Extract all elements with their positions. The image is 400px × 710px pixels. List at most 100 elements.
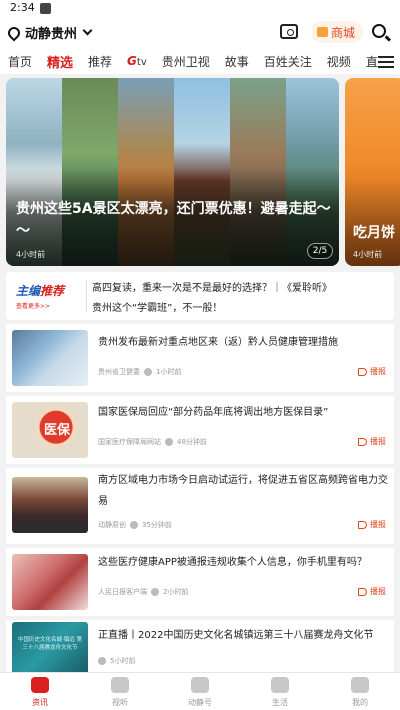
clock-icon [165, 438, 173, 446]
news-item[interactable]: 医保 国家医保局回应“部分药品年底将调出地方医保目录” 国家医疗保障局网站 48… [6, 396, 394, 464]
banner-carousel: 贵州这些5A景区太漂亮，还门票优惠！避暑走起～～ 4小时前 2/5 吃月饼 4小… [0, 74, 400, 272]
divider [86, 280, 87, 312]
news-time: 5小时前 [110, 657, 136, 665]
bottom-nav: 资讯 视听 动静号 生活 我的 [0, 672, 400, 710]
broadcast-label: 播报 [370, 520, 386, 529]
nav-label: 我的 [352, 698, 368, 707]
banner-time: 4小时前 [16, 250, 46, 259]
shopping-bag-icon [317, 27, 328, 37]
news-item[interactable]: 这些医疗健康APP被通报违规收集个人信息，你手机里有吗？ 人民日报客户端 2小时… [6, 548, 394, 616]
news-title: 贵州发布最新对重点地区来（返）黔人员健康管理措施 [98, 337, 338, 348]
editor-pick-logo: 主编推荐 [16, 284, 65, 298]
banner-card-next[interactable]: 吃月饼 4小时前 [345, 78, 400, 266]
status-bar: 2:34 [0, 0, 400, 18]
life-icon [271, 677, 289, 693]
broadcast-button[interactable]: 播报 [358, 366, 386, 377]
clock-icon [144, 368, 152, 376]
news-meta: 国家医疗保障局网站 48分钟前 [98, 437, 207, 447]
nav-label: 动静号 [188, 698, 212, 707]
tab-home[interactable]: 首页 [8, 53, 32, 70]
gtv-logo-letter: G [127, 54, 137, 68]
editor-pick-card: 主编推荐 查看更多>> 高四复读，重来一次是不是最好的选择？｜《爱聆听》 贵州这… [6, 272, 394, 320]
thumbnail-caption: 医保 [44, 423, 71, 438]
banner-title: 贵州这些5A景区太漂亮，还门票优惠！避暑走起～～ [16, 201, 331, 239]
news-time: 48分钟前 [177, 438, 207, 446]
broadcast-label: 播报 [370, 437, 386, 446]
news-meta: 5小时前 [98, 656, 135, 666]
play-icon [111, 677, 129, 693]
news-title: 国家医保局回应“部分药品年底将调出地方医保目录” [98, 407, 329, 418]
news-meta: 人民日报客户端 2小时前 [98, 587, 188, 597]
account-icon [191, 677, 209, 693]
news-item[interactable]: 南方区域电力市场今日启动试运行，将促进五省区高频跨省电力交易 动静原创 35分钟… [6, 468, 394, 544]
radio-icon[interactable] [280, 24, 298, 39]
search-icon[interactable] [372, 24, 386, 38]
nav-news[interactable]: 资讯 [0, 673, 80, 710]
news-thumbnail [12, 554, 88, 610]
news-source: 贵州省卫健委 [98, 368, 140, 376]
speaker-icon [358, 520, 367, 529]
editor-pick-headline[interactable]: 高四复读，重来一次是不是最好的选择？｜《爱聆听》 [92, 279, 332, 294]
news-source: 动静原创 [98, 521, 126, 529]
news-time: 1小时前 [156, 368, 182, 376]
tab-gtv[interactable]: Gtv [127, 54, 147, 68]
speaker-icon [358, 437, 367, 446]
news-time: 35分钟前 [142, 521, 172, 529]
mall-button[interactable]: 商城 [311, 21, 364, 43]
news-title: 正直播丨2022中国历史文化名城镇远第三十八届赛龙舟文化节 [98, 630, 374, 641]
news-thumbnail: 医保 [12, 402, 88, 458]
speaker-icon [358, 587, 367, 596]
tab-guizhou-tv[interactable]: 贵州卫视 [162, 53, 210, 70]
tab-featured[interactable]: 精选 [47, 52, 73, 76]
tab-video[interactable]: 视频 [327, 53, 351, 70]
news-source: 国家医疗保障局网站 [98, 438, 161, 446]
news-title: 南方区域电力市场今日启动试运行，将促进五省区高频跨省电力交易 [98, 475, 388, 507]
news-meta: 动静原创 35分钟前 [98, 520, 172, 530]
top-header: 动静贵州 商城 [0, 18, 400, 48]
banner-next-time: 4小时前 [353, 250, 383, 259]
speaker-icon [358, 367, 367, 376]
broadcast-label: 播报 [370, 367, 386, 376]
channel-tabs: 首页 精选 推荐 Gtv 贵州卫视 故事 百姓关注 视频 直 [0, 48, 400, 76]
location-selector[interactable]: 动静贵州 [5, 23, 93, 42]
clock-icon [98, 657, 106, 665]
clock-icon [151, 588, 159, 596]
news-time: 2小时前 [163, 588, 189, 596]
nav-audiovisual[interactable]: 视听 [80, 673, 160, 710]
banner-card[interactable]: 贵州这些5A景区太漂亮，还门票优惠！避暑走起～～ 4小时前 2/5 [6, 78, 339, 266]
view-more-link[interactable]: 查看更多>> [16, 301, 80, 310]
clock-icon [130, 521, 138, 529]
editor-pick-headline[interactable]: 贵州这个“学霸班”，不一般！ [92, 299, 222, 314]
status-time: 2:34 [10, 1, 35, 14]
notification-icon [40, 3, 51, 14]
broadcast-button[interactable]: 播报 [358, 436, 386, 447]
editor-pick-badge[interactable]: 主编推荐 查看更多>> [16, 282, 80, 310]
nav-dongjing-account[interactable]: 动静号 [160, 673, 240, 710]
broadcast-label: 播报 [370, 587, 386, 596]
broadcast-button[interactable]: 播报 [358, 586, 386, 597]
nav-label: 资讯 [32, 698, 48, 707]
mall-label: 商城 [331, 25, 356, 40]
nav-profile[interactable]: 我的 [320, 673, 400, 710]
gtv-logo-suffix: tv [136, 57, 147, 68]
banner-pager: 2/5 [307, 243, 333, 259]
nav-label: 生活 [272, 698, 288, 707]
broadcast-button[interactable]: 播报 [358, 519, 386, 530]
tab-story[interactable]: 故事 [225, 53, 249, 70]
news-thumbnail [12, 477, 88, 533]
location-pin-icon [5, 24, 23, 41]
tab-public-concern[interactable]: 百姓关注 [264, 53, 312, 70]
location-label: 动静贵州 [25, 27, 78, 42]
news-item[interactable]: 贵州发布最新对重点地区来（返）黔人员健康管理措施 贵州省卫健委 1小时前 播报 [6, 324, 394, 392]
nav-life[interactable]: 生活 [240, 673, 320, 710]
news-icon [31, 677, 49, 693]
news-item[interactable]: 中国历史文化名城·镇远 第三十八届赛龙舟文化节 正直播丨2022中国历史文化名城… [6, 620, 394, 672]
tab-recommend[interactable]: 推荐 [88, 53, 112, 70]
channel-menu-icon[interactable] [378, 56, 394, 68]
banner-next-title: 吃月饼 [353, 225, 395, 241]
profile-icon [351, 677, 369, 693]
thumbnail-caption: 中国历史文化名城·镇远 第三十八届赛龙舟文化节 [18, 637, 82, 651]
news-title: 这些医疗健康APP被通报违规收集个人信息，你手机里有吗？ [98, 557, 367, 568]
news-thumbnail: 中国历史文化名城·镇远 第三十八届赛龙舟文化节 [12, 622, 88, 672]
chevron-down-icon [82, 25, 93, 36]
